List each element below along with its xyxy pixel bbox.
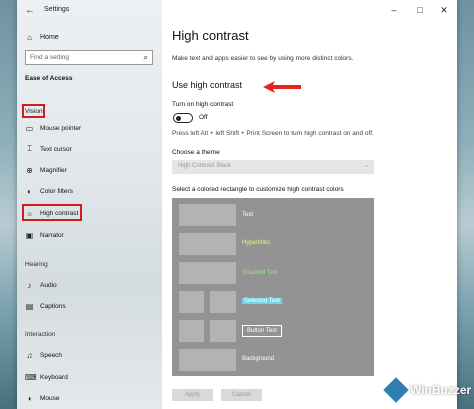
sidebar-item-label: Mouse pointer <box>40 124 82 132</box>
sidebar-home[interactable]: ⌂ Home <box>25 30 59 44</box>
sidebar-item-label: Narrator <box>40 231 64 239</box>
section-title: Use high contrast <box>172 80 243 90</box>
main-content: High contrast Make text and apps easier … <box>162 0 457 409</box>
customize-label: Select a colored rectangle to customize … <box>172 186 344 193</box>
preview-disabled-text-label: Disabled Text <box>242 270 278 276</box>
color-filters-icon: ◐ <box>27 186 32 196</box>
maximize-button[interactable]: □ <box>413 3 427 17</box>
sidebar-item-speech[interactable]: ♫ Speech <box>25 348 155 362</box>
winbuzzer-logo-icon <box>383 377 409 403</box>
magnifier-icon: ⊕ <box>26 165 33 175</box>
button-text-bg-swatch[interactable] <box>210 320 236 342</box>
text-color-swatch[interactable] <box>179 204 236 226</box>
sidebar-item-captions[interactable]: ▤ Captions <box>25 299 155 313</box>
theme-label: Choose a theme <box>172 149 220 156</box>
selected-text-fg-swatch[interactable] <box>179 291 204 313</box>
sidebar-item-label: Mouse <box>40 394 60 402</box>
sidebar-home-label: Home <box>40 33 59 41</box>
sidebar-item-text-cursor[interactable]: ⌶ Text cursor <box>25 142 155 156</box>
page-title: High contrast <box>172 28 249 43</box>
chevron-down-icon: ⌄ <box>363 163 369 169</box>
window-title: Settings <box>44 6 70 13</box>
apply-button[interactable]: Apply <box>172 389 213 401</box>
background-color-swatch[interactable] <box>179 349 236 371</box>
selected-text-bg-swatch[interactable] <box>210 291 236 313</box>
sidebar-item-label: Text cursor <box>40 145 72 153</box>
audio-icon: ♪ <box>27 280 32 290</box>
vision-highlight-box <box>22 104 45 118</box>
sidebar-item-magnifier[interactable]: ⊕ Magnifier <box>25 163 155 177</box>
button-text-fg-swatch[interactable] <box>179 320 204 342</box>
section-interaction: Interaction <box>25 331 56 338</box>
contrast-preview-panel: Text Hyperlinks Disabled Text Selected T… <box>172 198 374 376</box>
captions-icon: ▤ <box>25 301 34 311</box>
cancel-button[interactable]: Cancel <box>221 389 262 401</box>
sidebar-item-label: Keyboard <box>40 373 68 381</box>
close-button[interactable]: ✕ <box>437 3 451 17</box>
high-contrast-highlight-box <box>22 204 82 221</box>
narrator-icon: ▣ <box>25 230 34 240</box>
shortcut-hint: Press left Alt + left Shift + Print Scre… <box>172 130 374 137</box>
search-input[interactable]: Find a setting ⌕ <box>25 50 153 65</box>
preview-hyperlinks-label[interactable]: Hyperlinks <box>242 240 270 246</box>
search-placeholder: Find a setting <box>30 54 70 61</box>
page-description: Make text and apps easier to see by usin… <box>172 55 354 62</box>
home-icon: ⌂ <box>27 32 32 42</box>
sidebar-item-label: Captions <box>40 302 66 310</box>
back-arrow-icon[interactable]: ← <box>25 5 35 16</box>
theme-dropdown-value: High Contrast Black <box>178 163 232 169</box>
sidebar: ← Settings ⌂ Home Find a setting ⌕ Ease … <box>17 0 162 409</box>
disabled-text-color-swatch[interactable] <box>179 262 236 284</box>
toggle-knob <box>176 115 181 121</box>
search-icon: ⌕ <box>143 53 148 62</box>
sidebar-item-label: Color filters <box>40 187 73 195</box>
speech-icon: ♫ <box>26 350 33 360</box>
sidebar-item-color-filters[interactable]: ◐ Color filters <box>25 184 155 198</box>
sidebar-item-keyboard[interactable]: ⌨ Keyboard <box>25 370 155 384</box>
toggle-state: Off <box>199 114 208 121</box>
sidebar-item-mouse-pointer[interactable]: ▭ Mouse pointer <box>25 121 155 135</box>
watermark-text: WinBuzzer <box>410 383 472 397</box>
mouse-icon: ◖ <box>27 393 32 403</box>
toggle-label: Turn on high contrast <box>172 101 234 108</box>
preview-text-label: Text <box>242 212 254 218</box>
preview-background-label: Background <box>242 356 275 362</box>
hyperlink-color-swatch[interactable] <box>179 233 236 255</box>
category-title: Ease of Access <box>25 75 73 82</box>
sidebar-item-label: Audio <box>40 281 57 289</box>
sidebar-item-label: Speech <box>40 351 63 359</box>
red-arrow-icon <box>263 81 301 93</box>
mouse-pointer-icon: ▭ <box>25 123 34 133</box>
preview-button-text-label: Button Text <box>242 325 282 337</box>
watermark-logo: WinBuzzer <box>383 377 472 403</box>
sidebar-item-audio[interactable]: ♪ Audio <box>25 278 155 292</box>
high-contrast-toggle[interactable] <box>173 113 193 123</box>
text-cursor-icon: ⌶ <box>27 144 32 153</box>
sidebar-item-narrator[interactable]: ▣ Narrator <box>25 228 155 242</box>
sidebar-item-label: Magnifier <box>40 166 67 174</box>
section-hearing: Hearing <box>25 261 48 268</box>
settings-window: ← Settings ⌂ Home Find a setting ⌕ Ease … <box>17 0 457 409</box>
preview-selected-text-label: Selected Text <box>242 298 282 304</box>
theme-dropdown[interactable]: High Contrast Black ⌄ <box>172 160 374 174</box>
sidebar-item-mouse[interactable]: ◖ Mouse <box>25 391 155 405</box>
minimize-button[interactable]: – <box>387 3 401 17</box>
keyboard-icon: ⌨ <box>25 372 37 382</box>
